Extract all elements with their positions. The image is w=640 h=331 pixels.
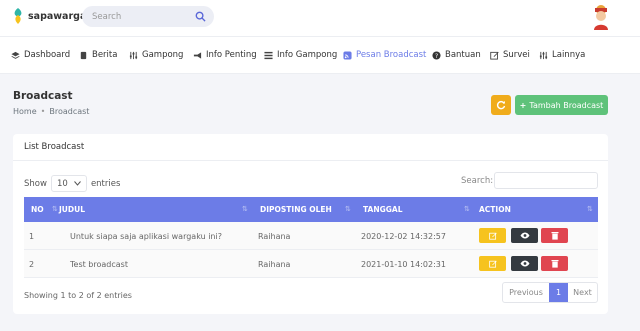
entries-select[interactable]: 10 [50, 175, 87, 192]
nav-label: Info Penting [206, 50, 257, 60]
entries-length-control: Show 10 entries [24, 175, 120, 192]
nav-label: Gampong [142, 50, 184, 60]
nav-item-berita[interactable]: Berita [79, 50, 117, 60]
nav-item-gampong[interactable]: Gampong [129, 50, 183, 60]
book-icon [80, 51, 87, 59]
nav-item-bantuan[interactable]: ? Bantuan [432, 50, 481, 60]
question-circle-icon: ? [432, 50, 441, 59]
nav-item-lainnya[interactable]: Lainnya [539, 50, 585, 60]
table-search-input[interactable] [494, 172, 598, 189]
previous-page-button[interactable]: Previous [503, 283, 549, 302]
nav-item-pesan-broadcast[interactable]: Pesan Broadcast [343, 50, 426, 60]
chevron-down-icon [74, 181, 81, 186]
cell-judul: Untuk siapa saja aplikasi wargaku ini? [70, 232, 222, 241]
sort-icon[interactable]: ⇅ [464, 205, 470, 213]
trash-icon [551, 260, 558, 268]
page-title: Broadcast [13, 90, 73, 102]
search-input[interactable] [92, 9, 192, 24]
cell-no: 2 [29, 260, 35, 269]
breadcrumb-current: Broadcast [49, 107, 90, 116]
nav-item-info-gampong[interactable]: Info Gampong [264, 50, 337, 60]
show-label: Show [24, 178, 47, 189]
edit-button[interactable] [479, 228, 506, 243]
nav-label: Pesan Broadcast [356, 50, 427, 60]
sort-icon[interactable]: ⇅ [345, 205, 351, 213]
breadcrumb-home[interactable]: Home [13, 107, 37, 116]
sliders-icon [539, 51, 548, 59]
column-header-action: ACTION [479, 205, 511, 214]
table-search-label: Search: [461, 176, 494, 186]
cell-diposting-oleh: Raihana [258, 260, 291, 269]
main-navigation: Dashboard Berita Gampong Info Penting In… [0, 36, 640, 74]
table-header: NO ⇅ JUDUL ⇅ DIPOSTING OLEH ⇅ TANGGAL ⇅ … [24, 197, 598, 222]
card-title: List Broadcast [24, 142, 85, 152]
nav-item-info-penting[interactable]: Info Penting [193, 50, 257, 60]
nav-label: Berita [92, 50, 118, 60]
entries-value: 10 [56, 178, 68, 189]
nav-item-dashboard[interactable]: Dashboard [11, 50, 70, 60]
delete-button[interactable] [541, 256, 568, 271]
svg-text:?: ? [435, 52, 438, 59]
edit-icon [488, 260, 497, 268]
search-icon[interactable] [195, 11, 206, 22]
cell-no: 1 [29, 232, 35, 241]
table-row: 1 Untuk siapa saja aplikasi wargaku ini?… [24, 222, 598, 250]
sliders-icon [129, 51, 138, 59]
page-1-button[interactable]: 1 [549, 283, 568, 302]
table-row: 2 Test broadcast Raihana 2021-01-10 14:0… [24, 250, 598, 278]
search-bar [82, 6, 214, 27]
nav-label: Lainnya [552, 50, 586, 60]
breadcrumb-separator: • [40, 107, 46, 116]
plus-icon: + [519, 100, 527, 110]
table-info: Showing 1 to 2 of 2 entries [24, 291, 132, 300]
nav-item-survei[interactable]: Survei [490, 50, 530, 60]
edit-icon [488, 232, 497, 240]
view-button[interactable] [511, 256, 538, 271]
card-header: List Broadcast [13, 134, 608, 161]
nav-label: Survei [503, 50, 530, 60]
pagination: Previous 1 Next [502, 282, 598, 303]
logo[interactable]: sapawarga [12, 8, 86, 24]
eye-icon [520, 232, 529, 239]
refresh-button[interactable] [491, 95, 511, 115]
nav-label: Bantuan [445, 50, 481, 60]
add-broadcast-button[interactable]: + Tambah Broadcast [515, 95, 608, 115]
nav-label: Info Gampong [277, 50, 338, 60]
cell-diposting-oleh: Raihana [258, 232, 291, 241]
sort-icon[interactable]: ⇅ [242, 205, 248, 213]
logo-mark-icon [14, 8, 22, 24]
cell-tanggal: 2021-01-10 14:02:31 [361, 260, 446, 269]
edit-button[interactable] [479, 256, 506, 271]
add-broadcast-label: Tambah Broadcast [529, 100, 604, 110]
refresh-icon [496, 100, 506, 109]
list-icon [264, 51, 273, 59]
sort-icon: ⇅ [587, 205, 593, 213]
entries-label: entries [90, 178, 121, 189]
rss-icon [343, 50, 352, 60]
brand-name: sapawarga [28, 10, 87, 22]
nav-label: Dashboard [24, 50, 71, 60]
column-header-no[interactable]: NO [31, 205, 44, 214]
sort-icon[interactable]: ⇅ [52, 205, 58, 213]
breadcrumb: Home • Broadcast [13, 107, 89, 116]
top-bar: sapawarga [0, 0, 640, 36]
next-page-button[interactable]: Next [568, 283, 597, 302]
megaphone-icon [193, 51, 202, 59]
edit-icon [490, 51, 499, 60]
layers-icon [11, 51, 20, 59]
column-header-tanggal[interactable]: TANGGAL [363, 205, 403, 214]
trash-icon [551, 232, 558, 240]
column-header-judul[interactable]: JUDUL [59, 205, 85, 214]
delete-button[interactable] [541, 228, 568, 243]
avatar[interactable] [591, 4, 611, 30]
view-button[interactable] [511, 228, 538, 243]
eye-icon [520, 260, 529, 267]
column-header-diposting-oleh[interactable]: DIPOSTING OLEH [260, 205, 332, 214]
cell-tanggal: 2020-12-02 14:32:57 [361, 232, 446, 241]
broadcast-list-card: List Broadcast Show 10 entries Search: N… [13, 134, 608, 314]
cell-judul: Test broadcast [70, 260, 128, 269]
